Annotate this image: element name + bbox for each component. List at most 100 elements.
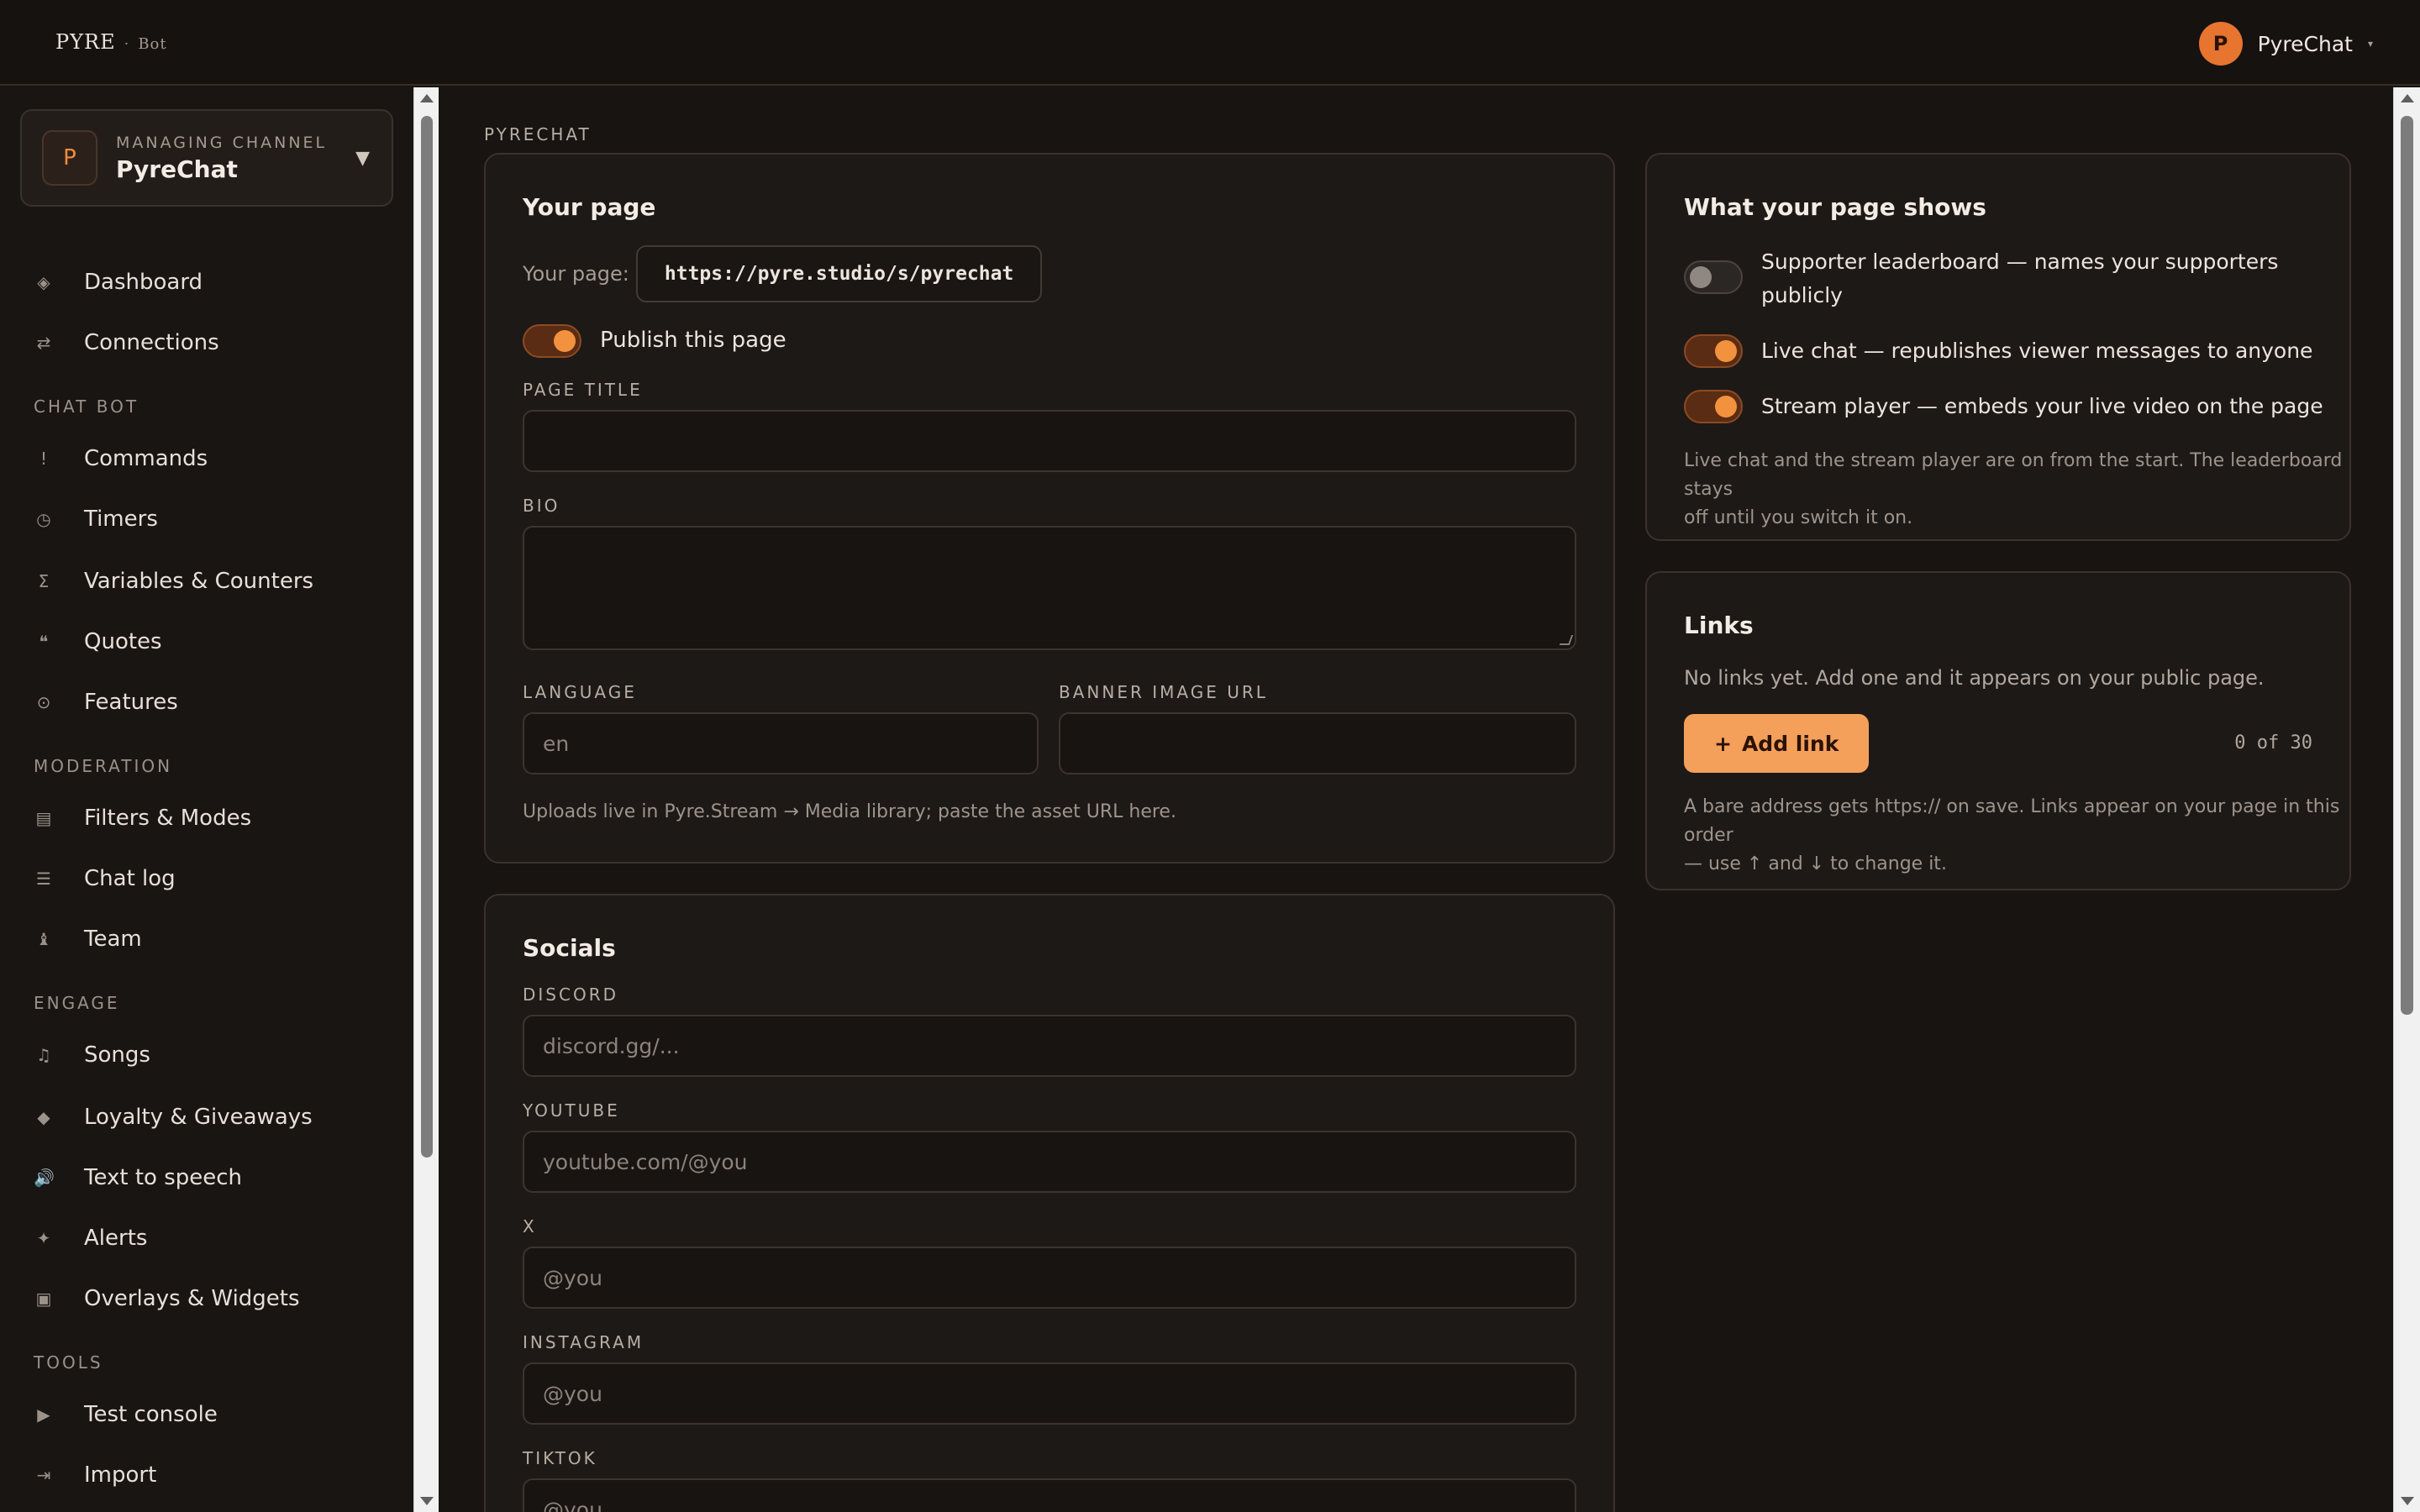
- language-input[interactable]: en: [523, 712, 1039, 774]
- chevron-down-icon: ▾: [2367, 38, 2373, 50]
- sidebar-item-label: Text to speech: [84, 1165, 243, 1190]
- sidebar-item-variables[interactable]: Σ Variables & Counters: [34, 564, 313, 598]
- page-url-link[interactable]: https://pyre.studio/s/pyrechat: [635, 245, 1043, 302]
- instagram-label: INSTAGRAM: [523, 1332, 644, 1352]
- page-shows-card: What your page shows Supporter leaderboa…: [1645, 153, 2351, 541]
- scroll-up-icon[interactable]: [420, 94, 434, 102]
- instagram-input[interactable]: @you: [523, 1362, 1576, 1425]
- breadcrumb: PYRECHAT: [484, 124, 592, 144]
- scrollbar-thumb[interactable]: [2401, 116, 2413, 1015]
- sidebar-item-quotes[interactable]: ❝ Quotes: [34, 625, 162, 659]
- links-helper: A bare address gets https:// on save. Li…: [1684, 793, 2349, 879]
- card-title: Socials: [523, 934, 616, 962]
- sidebar-item-test-console[interactable]: ▶ Test console: [34, 1398, 218, 1431]
- list-icon: ☰: [36, 869, 51, 889]
- page-url-label: Your page:: [523, 262, 629, 286]
- x-input[interactable]: @you: [523, 1247, 1576, 1309]
- card-title: Links: [1684, 612, 1754, 639]
- sidebar-item-team[interactable]: ♝ Team: [34, 922, 142, 956]
- stream-player-toggle[interactable]: [1684, 390, 1743, 423]
- live-chat-toggle[interactable]: [1684, 334, 1743, 368]
- sidebar-item-label: Timers: [84, 507, 158, 532]
- discord-label: DISCORD: [523, 984, 618, 1005]
- option-label-line: publicly: [1761, 283, 1843, 307]
- sidebar-item-label: Songs: [84, 1042, 150, 1068]
- links-count: 0 of 30: [2234, 732, 2312, 753]
- tiktok-input[interactable]: @you: [523, 1478, 1576, 1512]
- sidebar-scrollbar[interactable]: [413, 87, 439, 1512]
- sidebar-item-alerts[interactable]: ✦ Alerts: [34, 1221, 148, 1255]
- scrollbar-thumb[interactable]: [421, 116, 433, 1158]
- banner-url-input[interactable]: [1059, 712, 1576, 774]
- sidebar-item-label: Import: [84, 1462, 157, 1488]
- sidebar-item-label: Overlays & Widgets: [84, 1286, 300, 1311]
- sidebar-item-label: Test console: [84, 1402, 218, 1427]
- links-empty-text: No links yet. Add one and it appears on …: [1684, 666, 2265, 690]
- sidebar-item-tts[interactable]: 🔊 Text to speech: [34, 1161, 242, 1194]
- scroll-up-icon[interactable]: [2401, 94, 2414, 102]
- channel-label: MANAGING CHANNEL: [116, 133, 328, 152]
- leaderboard-toggle[interactable]: [1684, 260, 1743, 294]
- nav-section-moderation: MODERATION: [34, 756, 173, 776]
- widget-icon: ▣: [35, 1289, 52, 1309]
- nav-section-chatbot: CHAT BOT: [34, 396, 139, 417]
- helper-line: off until you switch it on.: [1684, 507, 1913, 528]
- sidebar-item-features[interactable]: ⊙ Features: [34, 685, 178, 719]
- sidebar-item-timers[interactable]: ◷ Timers: [34, 502, 158, 536]
- sidebar-item-label: Chat log: [84, 866, 176, 891]
- sidebar-item-songs[interactable]: ♫ Songs: [34, 1038, 150, 1072]
- add-link-label: Add link: [1741, 731, 1839, 756]
- stream-player-label: Stream player — embeds your live video o…: [1761, 394, 2323, 418]
- page-title-input[interactable]: [523, 410, 1576, 472]
- speaker-icon: 🔊: [34, 1168, 55, 1188]
- publish-toggle[interactable]: [523, 324, 581, 358]
- language-label: LANGUAGE: [523, 682, 637, 702]
- features-icon: ⊙: [36, 692, 51, 712]
- connections-icon: ⇄: [36, 333, 51, 353]
- toggle-knob: [1715, 340, 1737, 362]
- music-icon: ♫: [36, 1045, 51, 1065]
- toggle-knob: [1690, 266, 1712, 288]
- sidebar-item-label: Alerts: [84, 1226, 148, 1251]
- x-label: X: [523, 1216, 537, 1236]
- sidebar: P MANAGING CHANNEL PyreChat ▼ ◈ Dashboar…: [0, 87, 413, 1512]
- main-scrollbar[interactable]: [2393, 87, 2420, 1512]
- sidebar-item-overlays[interactable]: ▣ Overlays & Widgets: [34, 1282, 300, 1315]
- user-name: PyreChat: [2257, 31, 2353, 56]
- team-icon: ♝: [36, 929, 51, 949]
- add-link-button[interactable]: + Add link: [1684, 714, 1870, 773]
- avatar: P: [2198, 22, 2243, 66]
- option-label-line: Supporter leaderboard — names your suppo…: [1761, 249, 2279, 274]
- youtube-input[interactable]: youtube.com/@you: [523, 1131, 1576, 1193]
- sidebar-item-filters[interactable]: ▤ Filters & Modes: [34, 801, 252, 835]
- sidebar-item-label: Features: [84, 690, 178, 715]
- app-logo[interactable]: PYRE · Bot: [55, 30, 167, 54]
- channel-switcher[interactable]: P MANAGING CHANNEL PyreChat ▼: [20, 109, 393, 207]
- user-menu[interactable]: P PyreChat ▾: [2198, 22, 2373, 66]
- import-icon: ⇥: [36, 1465, 51, 1485]
- discord-input[interactable]: discord.gg/...: [523, 1015, 1576, 1077]
- sidebar-item-chat-log[interactable]: ☰ Chat log: [34, 862, 176, 895]
- helper-line: — use ↑ and ↓ to change it.: [1684, 853, 1947, 874]
- sidebar-item-label: Quotes: [84, 629, 162, 654]
- sidebar-item-dashboard[interactable]: ◈ Dashboard: [34, 265, 203, 299]
- sigma-icon: Σ: [38, 571, 50, 591]
- nav-section-engage: ENGAGE: [34, 993, 120, 1013]
- scroll-down-icon[interactable]: [2401, 1497, 2414, 1505]
- sidebar-item-loyalty[interactable]: ◆ Loyalty & Giveaways: [34, 1100, 312, 1134]
- sidebar-item-label: Team: [84, 927, 142, 952]
- logo-text: PYRE: [55, 30, 116, 54]
- banner-url-label: BANNER IMAGE URL: [1059, 682, 1268, 702]
- clock-icon: ◷: [36, 509, 51, 529]
- sidebar-item-connections[interactable]: ⇄ Connections: [34, 326, 219, 360]
- sidebar-item-commands[interactable]: ! Commands: [34, 442, 208, 475]
- sparkle-icon: ✦: [36, 1228, 51, 1248]
- logo-subtitle: Bot: [138, 35, 167, 53]
- bio-label: BIO: [523, 496, 560, 516]
- sidebar-item-import[interactable]: ⇥ Import: [34, 1458, 157, 1492]
- bio-textarea[interactable]: [523, 526, 1576, 650]
- publish-label: Publish this page: [600, 328, 786, 353]
- chevron-down-icon: ▼: [355, 148, 370, 169]
- resize-handle-icon[interactable]: [1559, 635, 1574, 645]
- scroll-down-icon[interactable]: [420, 1497, 434, 1505]
